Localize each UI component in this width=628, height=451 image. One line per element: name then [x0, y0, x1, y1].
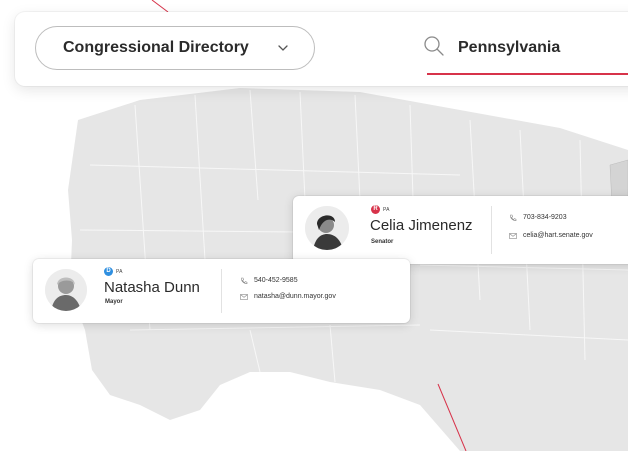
search-input[interactable] [443, 33, 628, 63]
contact-email[interactable]: celia@hart.senate.gov [523, 232, 593, 239]
person-photo-icon [305, 206, 349, 250]
contact-card-mayor[interactable]: D PA Natasha Dunn Mayor 540-452-9585 nat… [33, 259, 410, 323]
card-divider [491, 206, 492, 254]
search-underline [427, 73, 628, 75]
phone-icon [241, 277, 248, 285]
card-divider [221, 269, 222, 313]
pointer-line-top [151, 0, 169, 13]
contact-name: Celia Jimenenz [370, 217, 473, 234]
contact-name: Natasha Dunn [104, 279, 200, 296]
avatar [305, 206, 349, 250]
party-badge: D [104, 267, 113, 276]
party-badge: R [371, 205, 380, 214]
directory-dropdown[interactable]: Congressional Directory [35, 26, 315, 70]
phone-icon [510, 214, 517, 222]
contact-role: Mayor [105, 299, 123, 305]
directory-dropdown-label: Congressional Directory [63, 39, 249, 56]
chevron-down-icon [278, 45, 288, 51]
contact-email[interactable]: natasha@dunn.mayor.gov [254, 293, 336, 300]
state-tag: PA [383, 207, 390, 213]
person-photo-icon [45, 269, 87, 311]
contact-phone[interactable]: 540-452-9585 [254, 277, 298, 284]
contact-role: Senator [371, 239, 394, 245]
state-tag: PA [116, 269, 123, 275]
contact-phone[interactable]: 703-834-9203 [523, 214, 567, 221]
contact-card-senator[interactable]: R PA Celia Jimenenz Senator 703-834-9203… [293, 196, 628, 264]
search-header: Congressional Directory [15, 12, 628, 86]
email-icon [509, 233, 517, 239]
email-icon [240, 294, 248, 300]
map-stage: Congressional Directory R PA Celia Jimen… [0, 0, 628, 451]
avatar [45, 269, 87, 311]
